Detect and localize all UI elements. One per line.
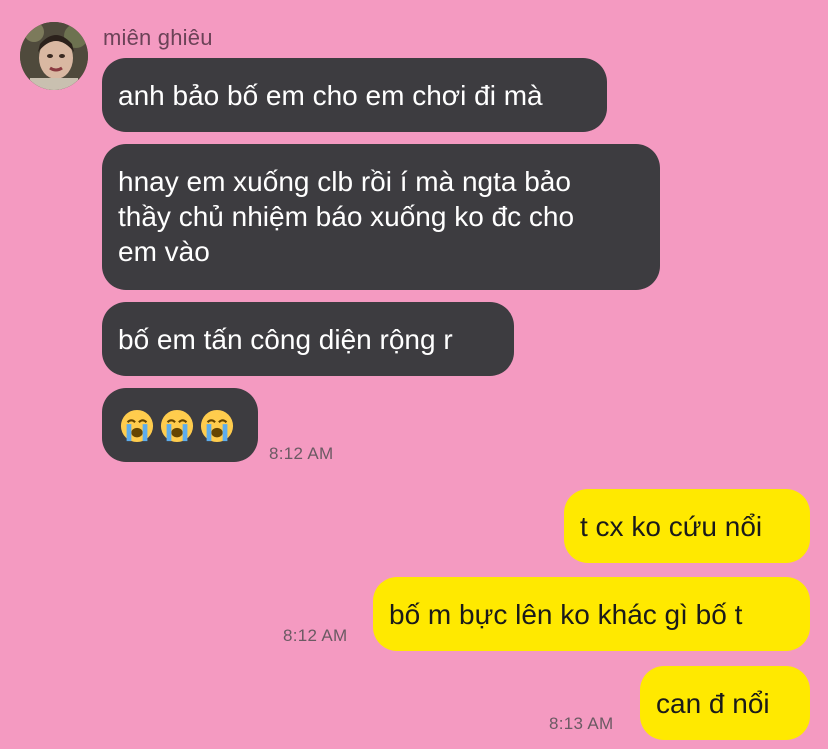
outgoing-message[interactable]: t cx ko cứu nổi <box>564 489 810 563</box>
sender-name: miên ghiêu <box>103 25 213 50</box>
emoji-row <box>120 408 240 443</box>
message-text-line: thầy chủ nhiệm báo xuống ko đc cho <box>118 201 575 232</box>
outgoing-message[interactable]: bố m bực lên ko khác gì bố t <box>373 577 810 651</box>
crying-face-icon <box>200 409 234 442</box>
message-text: bố em tấn công diện rộng r <box>118 324 453 355</box>
outgoing-message[interactable]: can đ nổi <box>640 666 810 740</box>
contact-avatar[interactable] <box>20 22 88 90</box>
message-text-line: hnay em xuống clb rồi í mà ngta bảo <box>118 166 571 197</box>
message-text: t cx ko cứu nổi <box>580 511 763 542</box>
message-timestamp: 8:12 AM <box>269 444 334 463</box>
incoming-message[interactable]: anh bảo bố em cho em chơi đi mà <box>102 58 607 132</box>
crying-face-icon <box>160 409 194 442</box>
message-timestamp: 8:12 AM <box>283 626 348 645</box>
avatar-photo <box>20 22 88 90</box>
incoming-emoji-message[interactable] <box>102 388 258 462</box>
crying-face-icon <box>120 409 154 442</box>
message-text: anh bảo bố em cho em chơi đi mà <box>118 80 543 111</box>
message-text-line: em vào <box>118 236 210 267</box>
incoming-message[interactable]: bố em tấn công diện rộng r <box>102 302 514 376</box>
message-timestamp: 8:13 AM <box>549 714 614 733</box>
incoming-message[interactable]: hnay em xuống clb rồi í mà ngta bảo thầy… <box>102 144 660 290</box>
message-text: can đ nổi <box>656 688 770 719</box>
message-text: bố m bực lên ko khác gì bố t <box>389 599 743 630</box>
